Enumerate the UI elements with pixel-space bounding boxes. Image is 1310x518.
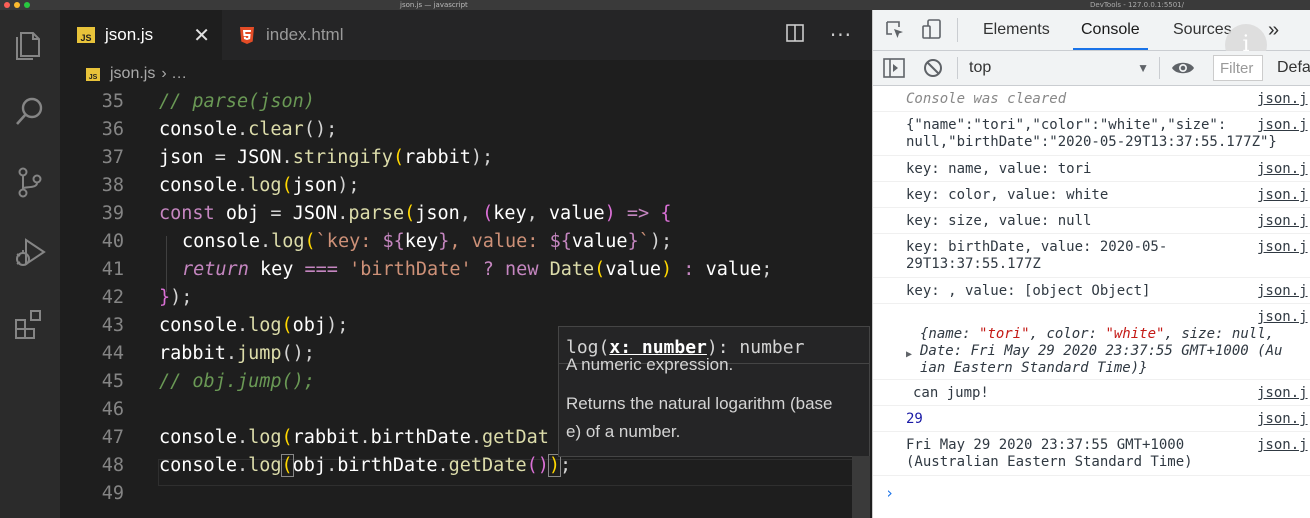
tooltip-param-doc: A numeric expression. [566, 355, 734, 374]
close-tab-icon[interactable]: ✕ [193, 23, 210, 47]
javascript-file-icon: JS [86, 67, 100, 81]
dropdown-arrow-icon: ▼ [1137, 61, 1149, 75]
zoom-window-icon[interactable] [24, 2, 30, 8]
more-actions-icon[interactable]: ··· [830, 23, 852, 47]
devtools-window-title: DevTools - 127.0.0.1:5501/ [1090, 1, 1184, 9]
tooltip-description: Returns the natural logarithm (base e) of… [566, 394, 833, 441]
explorer-icon[interactable] [12, 26, 48, 62]
source-link[interactable]: json.j [1257, 187, 1308, 204]
code-line: 49 [101, 483, 124, 504]
tab-index-html[interactable]: index.html [240, 10, 343, 60]
source-link[interactable]: json.j [1257, 309, 1308, 326]
breadcrumb-file[interactable]: json.js [110, 65, 155, 83]
source-link[interactable]: json.j [1257, 117, 1308, 134]
code-line: 36 console.clear(); [101, 119, 338, 140]
javascript-file-icon: JS [77, 27, 95, 43]
tab-json-js[interactable]: JS json.js ✕ [60, 10, 222, 60]
source-link[interactable]: json.j [1257, 283, 1308, 300]
console-toolbar: top ▼ Filter Defa [873, 51, 1310, 86]
tab-label: json.js [105, 25, 154, 44]
source-link[interactable]: json.j [1257, 213, 1308, 230]
tab-label: index.html [266, 25, 344, 44]
tab-console[interactable]: Console [1073, 10, 1148, 50]
tab-sources[interactable]: Sources [1173, 10, 1232, 50]
devtools-panel: Elements Console Sources » i top ▼ Filter… [872, 10, 1310, 518]
console-message: key: name, value: tori json.j [873, 156, 1310, 182]
breadcrumb-rest[interactable]: › … [161, 65, 187, 83]
editor-tab-bar: JS json.js ✕ index.html ··· [60, 10, 872, 60]
source-link[interactable]: json.j [1257, 239, 1308, 256]
console-output: Console was cleared json.j {"name":"tori"… [873, 86, 1310, 518]
console-prompt[interactable]: › [885, 484, 894, 502]
console-message: {"name":"tori","color":"white","size": nu… [873, 112, 1310, 156]
source-link[interactable]: json.j [1257, 91, 1308, 108]
extensions-icon[interactable] [12, 306, 48, 342]
breadcrumb: JS json.js › … [60, 62, 187, 86]
code-line: 40 console.log(`key: ${key}, value: ${val… [101, 231, 673, 252]
window-title: json.js — javascript [400, 1, 468, 9]
tab-elements[interactable]: Elements [983, 10, 1050, 50]
search-icon[interactable] [12, 94, 48, 130]
toolbar-divider [957, 18, 958, 42]
inspect-element-icon[interactable] [885, 20, 905, 44]
code-line: 38 console.log(json); [101, 175, 360, 196]
expand-triangle-icon[interactable]: ▶ [906, 346, 912, 363]
minimize-window-icon[interactable] [14, 2, 20, 8]
console-filter-input[interactable]: Filter [1213, 55, 1263, 81]
html5-file-icon [240, 26, 254, 44]
source-link[interactable]: json.j [1257, 385, 1308, 402]
editor-scrollbar[interactable] [852, 456, 870, 518]
toolbar-divider [957, 57, 958, 79]
source-link[interactable]: json.j [1257, 437, 1308, 454]
source-link[interactable]: json.j [1257, 161, 1308, 178]
show-sidebar-icon[interactable] [883, 58, 905, 82]
run-debug-icon[interactable] [12, 234, 48, 270]
more-tabs-icon[interactable]: » [1268, 10, 1279, 50]
console-message: 29 json.j [873, 406, 1310, 432]
console-message: key: , value: [object Object] json.j [873, 278, 1310, 304]
clear-console-icon[interactable] [923, 58, 943, 82]
console-message: Fri May 29 2020 23:37:55 GMT+1000 (Austra… [873, 432, 1310, 476]
code-line: 42}); [101, 287, 193, 308]
console-message: key: birthDate, value: 2020-05- 29T13:37:… [873, 234, 1310, 278]
activity-bar [0, 10, 60, 518]
code-line: 41 return key === 'birthDate' ? new Date(… [101, 259, 773, 280]
source-control-icon[interactable] [12, 164, 48, 200]
close-window-icon[interactable] [4, 2, 10, 8]
console-message: can jump! json.j [873, 380, 1310, 406]
split-editor-icon[interactable] [786, 24, 804, 46]
device-toolbar-icon[interactable] [921, 18, 943, 44]
code-editor: JS json.js ✕ index.html ··· JS json.js ›… [60, 10, 872, 518]
context-selector[interactable]: top ▼ [969, 55, 1149, 81]
log-levels-dropdown[interactable]: Defa [1277, 55, 1310, 81]
code-line: 37 json = JSON.stringify(rabbit); [101, 147, 494, 168]
window-title-bar: json.js — javascript DevTools - 127.0.0.… [0, 0, 1310, 10]
live-expression-eye-icon[interactable] [1171, 58, 1195, 82]
console-message: key: size, value: null json.j [873, 208, 1310, 234]
toolbar-divider [1159, 57, 1160, 79]
console-message: Console was cleared json.j [873, 86, 1310, 112]
parameter-hint-tooltip: log(x: number): number A numeric express… [558, 326, 870, 457]
code-line: 35// parse(json) [101, 91, 315, 112]
source-link[interactable]: json.j [1257, 411, 1308, 428]
console-object-message[interactable]: json.j {name: "tori", color: "white", si… [873, 304, 1310, 380]
editor-actions: ··· [786, 10, 852, 60]
console-message: key: color, value: white json.j [873, 182, 1310, 208]
code-line: 39 const obj = JSON.parse(json, (key, val… [101, 203, 672, 224]
